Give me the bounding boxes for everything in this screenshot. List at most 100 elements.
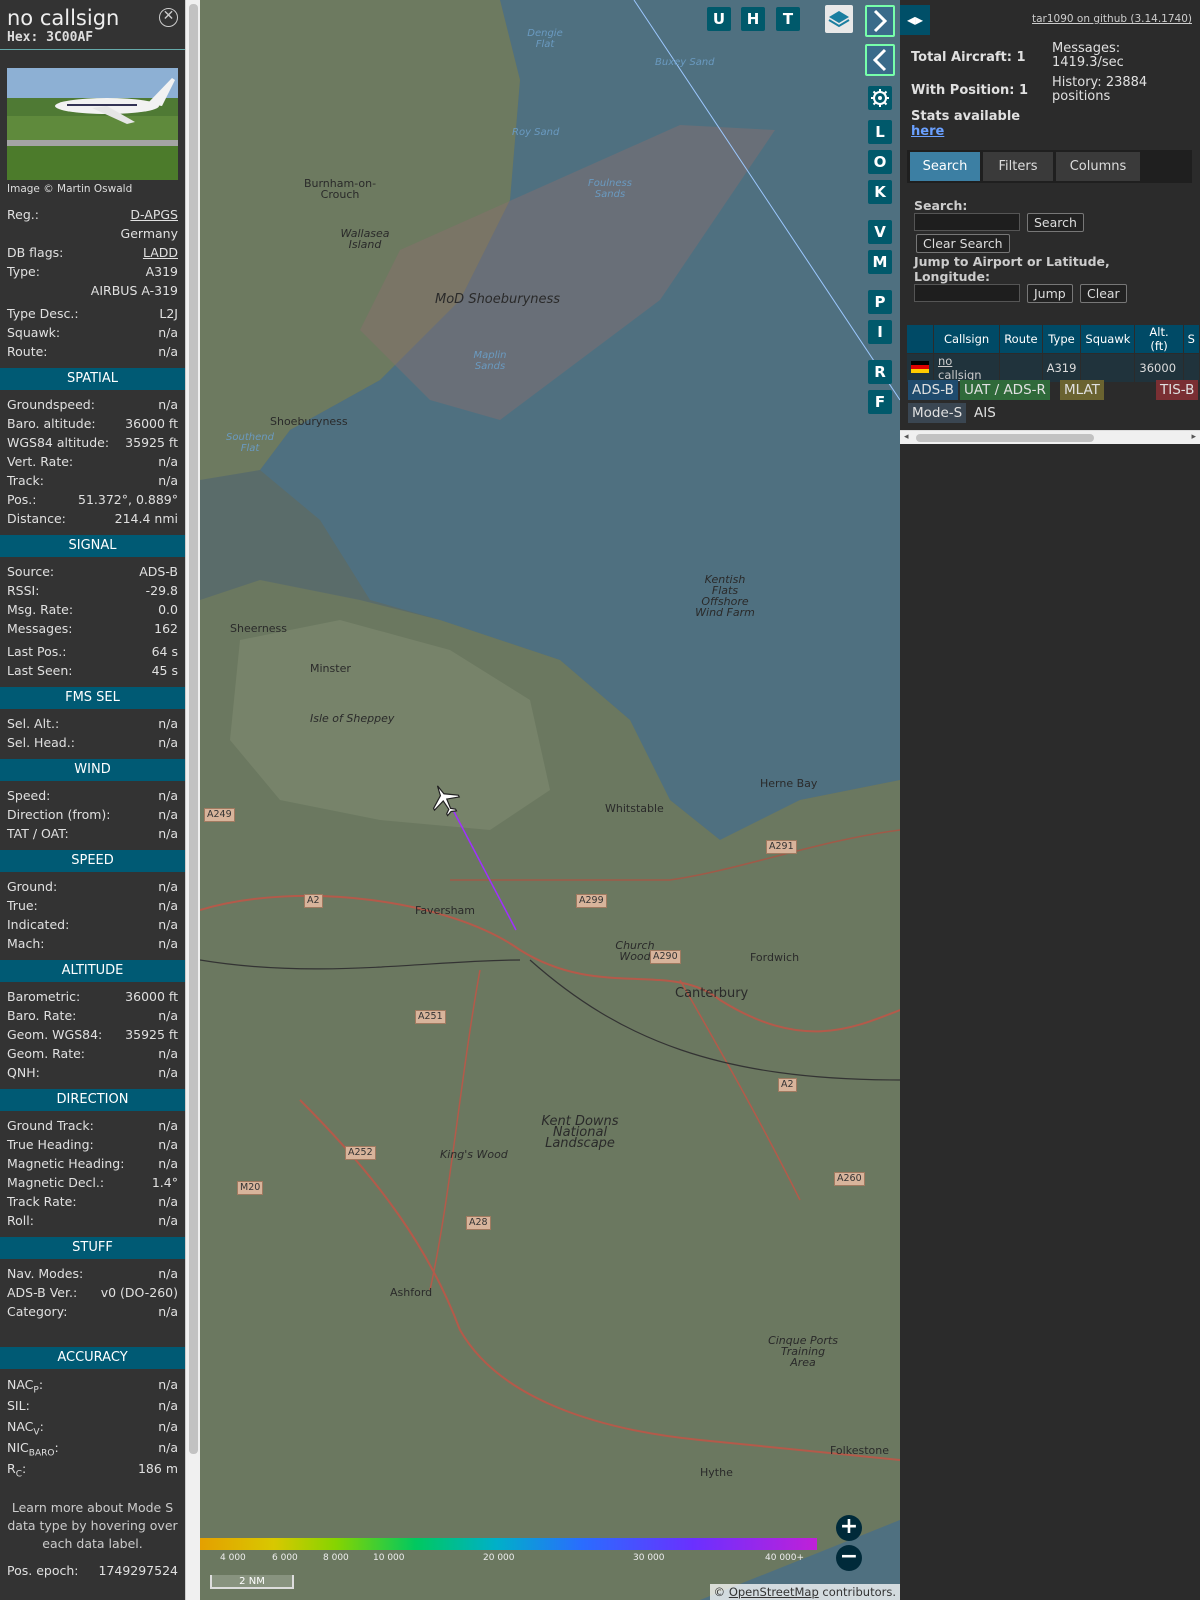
search-input[interactable] xyxy=(914,213,1020,231)
horizontal-scrollbar[interactable]: ◂ ▸ xyxy=(900,430,1200,444)
info-row-geom-rate: Geom. Rate: n/a xyxy=(0,1044,185,1063)
button-P[interactable]: P xyxy=(868,290,892,314)
column-header-flag[interactable] xyxy=(906,324,934,354)
info-row-db-flags: DB flags: LADD xyxy=(0,243,185,262)
info-scrollbar-thumb[interactable] xyxy=(189,4,198,1454)
scroll-right-arrow-icon[interactable]: ▸ xyxy=(1191,432,1196,442)
column-header-route[interactable]: Route xyxy=(999,324,1043,354)
button-V[interactable]: V xyxy=(868,220,892,244)
column-header-callsign[interactable]: Callsign xyxy=(932,324,1001,354)
layers-icon[interactable] xyxy=(825,5,853,33)
photo-runway-stripe xyxy=(7,140,178,146)
tab-columns[interactable]: Columns xyxy=(1056,152,1140,181)
info-value: AIRBUS A-319 xyxy=(90,283,178,298)
map-view[interactable]: Dengie Flat Buxey Sand Roy Sand Foulness Sa… xyxy=(200,0,900,1600)
column-header-type[interactable]: Type xyxy=(1041,324,1082,354)
button-L[interactable]: L xyxy=(868,120,892,144)
info-row-track-rate: Track Rate: n/a xyxy=(0,1192,185,1211)
section-header-stuff: STUFF xyxy=(0,1237,185,1259)
aircraft-icon[interactable] xyxy=(425,780,465,820)
button-U[interactable]: U xyxy=(707,7,731,31)
learn-more-text: Learn more about Mode S data type by hov… xyxy=(7,1500,178,1551)
table-row[interactable]: no callsign A319 36000 xyxy=(906,353,1200,383)
info-label: Route: xyxy=(7,344,48,359)
info-value: n/a xyxy=(158,325,178,340)
button-M[interactable]: M xyxy=(868,250,892,274)
expand-collapse-icon[interactable]: ◂▸ xyxy=(900,5,930,35)
button-K[interactable]: K xyxy=(868,180,892,204)
stats-here-link[interactable]: here xyxy=(911,124,944,139)
search-button[interactable]: Search xyxy=(1027,213,1084,232)
column-header-alt-ft[interactable]: Alt. (ft) xyxy=(1134,324,1184,354)
aircraft-photo[interactable] xyxy=(7,68,178,180)
info-row-rssi: RSSI: -29.8 xyxy=(0,581,185,600)
selected-callsign: no callsign xyxy=(7,6,120,30)
tab-search[interactable]: Search xyxy=(910,152,980,181)
clear-search-button[interactable]: Clear Search xyxy=(916,234,1010,253)
info-row-direction-from: Direction (from): n/a xyxy=(0,805,185,824)
column-header-squawk[interactable]: Squawk xyxy=(1080,324,1136,354)
horizontal-scrollbar-thumb[interactable] xyxy=(916,434,1094,442)
info-label: Roll: xyxy=(7,1213,34,1228)
road-label-a249: A249 xyxy=(204,808,235,822)
info-panel-scrollbar[interactable] xyxy=(185,0,200,1600)
with-position: With Position: 1 xyxy=(911,83,1029,98)
info-value[interactable]: D-APGS xyxy=(130,205,178,224)
column-header-s[interactable]: S xyxy=(1182,324,1200,354)
altitude-scale-tick: 6 000 xyxy=(272,1553,298,1563)
info-label: QNH: xyxy=(7,1065,40,1080)
distance-scale: 2 NM xyxy=(210,1575,294,1589)
info-label: True Heading: xyxy=(7,1137,94,1152)
scroll-left-arrow-icon[interactable]: ◂ xyxy=(904,432,909,442)
info-value: n/a xyxy=(158,1194,178,1209)
info-value: n/a xyxy=(158,917,178,932)
info-value: n/a xyxy=(158,898,178,913)
zoom-out-button[interactable]: − xyxy=(836,1545,862,1571)
info-value: n/a xyxy=(158,826,178,841)
info-value: n/a xyxy=(158,397,178,412)
info-row-reg: Reg.: D-APGS xyxy=(0,205,185,224)
accuracy-label: NACP: xyxy=(7,1374,43,1396)
map-label-wallasea-island: Wallasea Island xyxy=(340,227,390,251)
osm-link[interactable]: OpenStreetMap xyxy=(729,1585,819,1599)
info-label: Nav. Modes: xyxy=(7,1266,84,1281)
jump-button[interactable]: Jump xyxy=(1027,284,1073,303)
info-row-tat-oat: TAT / OAT: n/a xyxy=(0,824,185,843)
info-label: Indicated: xyxy=(7,917,70,932)
button-F[interactable]: F xyxy=(868,390,892,414)
zoom-in-button[interactable]: + xyxy=(836,1515,862,1541)
button-T[interactable]: T xyxy=(776,7,800,31)
button-I[interactable]: I xyxy=(868,320,892,344)
attribution-suffix: contributors. xyxy=(818,1585,896,1599)
info-row-distance: Distance: 214.4 nmi xyxy=(0,509,185,528)
info-row-messages: Messages: 162 xyxy=(0,619,185,638)
button-R[interactable]: R xyxy=(868,360,892,384)
info-row-baro-rate: Baro. Rate: n/a xyxy=(0,1006,185,1025)
settings-gear-icon[interactable] xyxy=(868,86,892,110)
info-value[interactable]: LADD xyxy=(143,243,178,262)
close-icon[interactable]: ✕ xyxy=(159,8,178,27)
altitude-scale-tick: 20 000 xyxy=(483,1553,515,1563)
image-credit: Image © Martin Oswald xyxy=(7,183,133,195)
altitude-scale-tick: 8 000 xyxy=(323,1553,349,1563)
tab-filters[interactable]: Filters xyxy=(983,152,1053,181)
info-label: WGS84 altitude: xyxy=(7,435,110,450)
chevron-right-icon[interactable] xyxy=(865,5,895,37)
info-label: Groundspeed: xyxy=(7,397,95,412)
cell-callsign[interactable]: no callsign xyxy=(932,353,1001,383)
button-O[interactable]: O xyxy=(868,150,892,174)
info-label: Barometric: xyxy=(7,989,81,1004)
section-header-speed: SPEED xyxy=(0,850,185,872)
map-label-maplin-sands: Maplin Sands xyxy=(473,350,507,372)
info-label: Magnetic Decl.: xyxy=(7,1175,105,1190)
table-body: no callsign A319 36000 xyxy=(906,353,1200,383)
map-attribution: © OpenStreetMap contributors. xyxy=(709,1584,900,1600)
chevron-left-icon[interactable] xyxy=(865,44,895,76)
clear-button[interactable]: Clear xyxy=(1080,284,1127,303)
github-link[interactable]: tar1090 on github (3.14.1740) xyxy=(1032,13,1192,25)
info-value: 214.4 nmi xyxy=(114,511,178,526)
button-H[interactable]: H xyxy=(741,7,765,31)
info-row-indicated: Indicated: n/a xyxy=(0,915,185,934)
info-label: Last Seen: xyxy=(7,663,73,678)
jump-input[interactable] xyxy=(914,284,1020,302)
